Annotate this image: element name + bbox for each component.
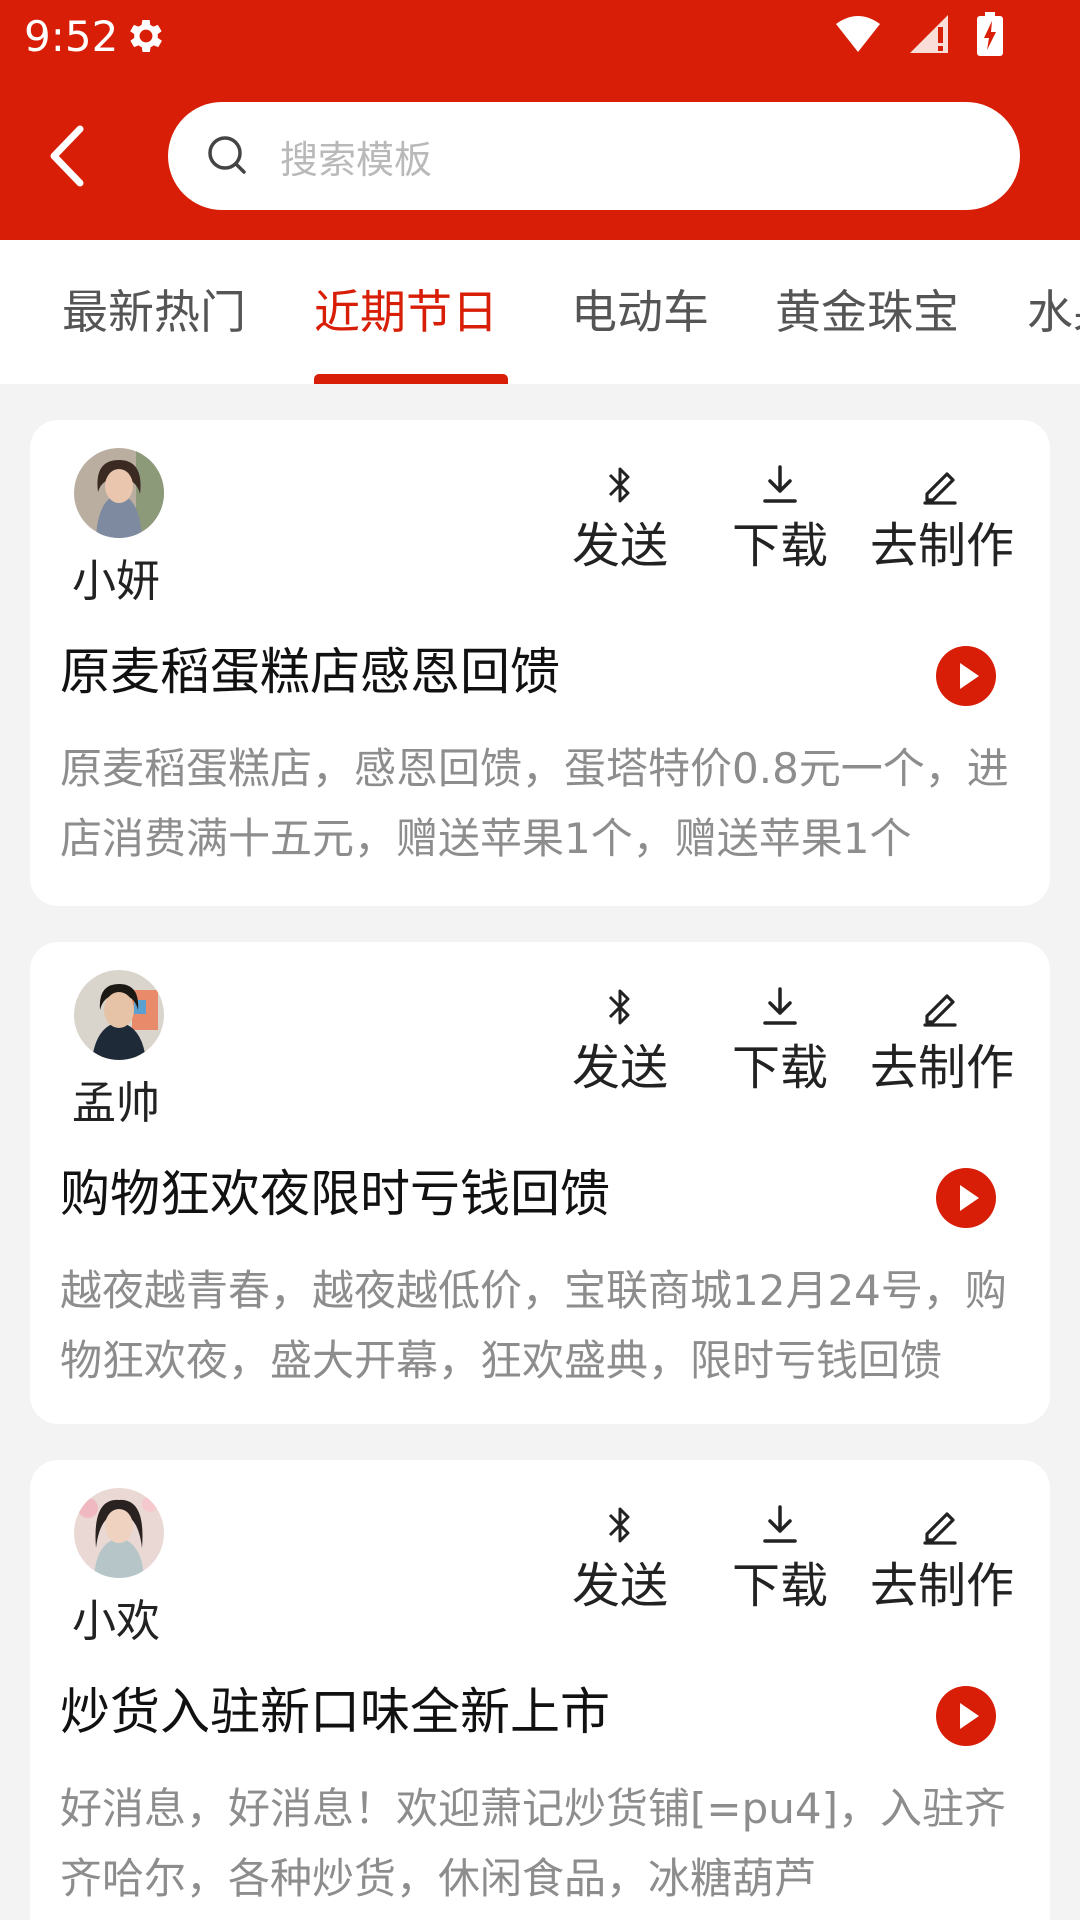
send-label: 发送 [571,1558,668,1614]
make-button[interactable]: 去制作 [870,1504,1015,1614]
bluetooth-icon [608,1507,630,1543]
make-label: 去制作 [870,1040,1015,1096]
chevron-left-icon [50,125,84,187]
download-button[interactable]: 下载 [710,986,850,1096]
battery-charging-icon [977,12,1003,56]
status-indicators [834,12,1004,56]
download-label: 下载 [731,1558,828,1614]
author-name: 孟帅 [72,1078,160,1129]
download-button[interactable]: 下载 [710,464,850,574]
card-description: 越夜越青春，越夜越低价，宝联商城12月24号，购物狂欢夜，盛大开幕，狂欢盛典，限… [60,1266,1007,1385]
tab-fruit[interactable]: 水果 [1027,284,1080,340]
status-time: 9:52 [24,12,119,61]
card-description: 原麦稻蛋糕店，感恩回馈，蛋塔特价0.8元一个，进店消费满十五元，赠送苹果1个，赠… [60,744,1009,863]
avatar[interactable] [74,970,164,1060]
search-input[interactable]: 搜索模板 [168,102,1020,210]
avatar[interactable] [74,448,164,538]
make-button[interactable]: 去制作 [870,464,1015,574]
download-icon [763,987,797,1025]
bluetooth-icon [608,467,630,503]
play-button[interactable] [936,1168,996,1228]
tab-gold-jewelry[interactable]: 黄金珠宝 [775,284,959,340]
play-button[interactable] [936,1686,996,1746]
card-title: 原麦稻蛋糕店感恩回馈 [60,643,560,701]
tab-recent-holidays[interactable]: 近期节日 [314,284,498,340]
download-icon [763,1505,797,1543]
pencil-icon [923,472,957,505]
send-button[interactable]: 发送 [550,1504,690,1614]
search-icon [208,136,246,174]
back-button[interactable] [36,120,96,192]
make-label: 去制作 [870,518,1015,574]
template-card[interactable]: 小妍 发送 下载 去制作 原麦稻蛋糕店感恩回馈 原麦稻蛋糕店，感恩回馈，蛋塔特价… [30,420,1050,906]
tab-electric-vehicle[interactable]: 电动车 [571,284,709,340]
make-label: 去制作 [870,1558,1015,1614]
avatar[interactable] [74,1488,164,1578]
send-label: 发送 [571,518,668,574]
template-card[interactable]: 小欢 发送 下载 去制作 炒货入驻新口味全新上市 好消息，好消息！欢迎萧记炒货铺… [30,1460,1050,1920]
card-description: 好消息，好消息！欢迎萧记炒货铺[=pu4]，入驻齐齐哈尔，各种炒货，休闲食品，冰… [60,1784,1006,1903]
card-title: 炒货入驻新口味全新上市 [60,1683,610,1741]
pencil-icon [923,994,957,1027]
category-tabs: 最新热门 近期节日 电动车 黄金珠宝 水果 [0,240,1080,384]
active-tab-indicator [314,374,508,384]
download-label: 下载 [731,518,828,574]
play-button[interactable] [936,646,996,706]
settings-gear-icon [130,20,162,52]
bluetooth-icon [608,989,630,1025]
template-card[interactable]: 孟帅 发送 下载 去制作 购物狂欢夜限时亏钱回馈 越夜越青春，越夜越低价，宝联商… [30,942,1050,1424]
download-icon [763,465,797,503]
pencil-icon [923,1512,957,1545]
make-button[interactable]: 去制作 [870,986,1015,1096]
author-name: 小妍 [72,556,160,607]
card-title: 购物狂欢夜限时亏钱回馈 [60,1165,610,1223]
send-button[interactable]: 发送 [550,464,690,574]
author-name: 小欢 [72,1596,160,1647]
send-button[interactable]: 发送 [550,986,690,1096]
search-placeholder: 搜索模板 [280,137,433,182]
wifi-icon [836,16,880,52]
download-label: 下载 [731,1040,828,1096]
app-header: 9:52 搜索模板 [0,0,1080,240]
cell-signal-icon [910,15,948,53]
send-label: 发送 [571,1040,668,1096]
tab-latest-hot[interactable]: 最新热门 [62,284,246,340]
download-button[interactable]: 下载 [710,1504,850,1614]
